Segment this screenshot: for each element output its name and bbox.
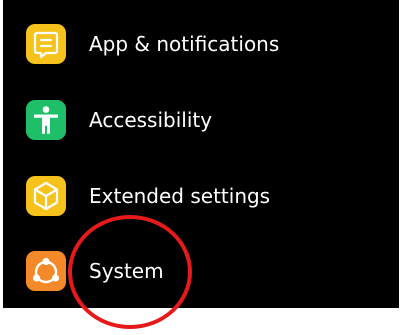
notification-list-icon [26, 24, 66, 64]
system-share-icon [26, 251, 66, 291]
settings-item-app-notifications[interactable]: App & notifications [3, 14, 399, 74]
settings-item-label: System [89, 259, 164, 283]
settings-list: App & notifications Accessibility Extend… [3, 0, 399, 308]
screen: App & notifications Accessibility Extend… [0, 0, 402, 335]
cube-icon [26, 176, 66, 216]
settings-item-label: App & notifications [89, 32, 280, 56]
settings-item-accessibility[interactable]: Accessibility [3, 90, 399, 150]
settings-item-label: Extended settings [89, 184, 271, 208]
settings-item-label: Accessibility [89, 108, 213, 132]
settings-item-system[interactable]: System [3, 241, 399, 301]
accessibility-person-icon [26, 100, 66, 140]
settings-item-extended-settings[interactable]: Extended settings [3, 166, 399, 226]
